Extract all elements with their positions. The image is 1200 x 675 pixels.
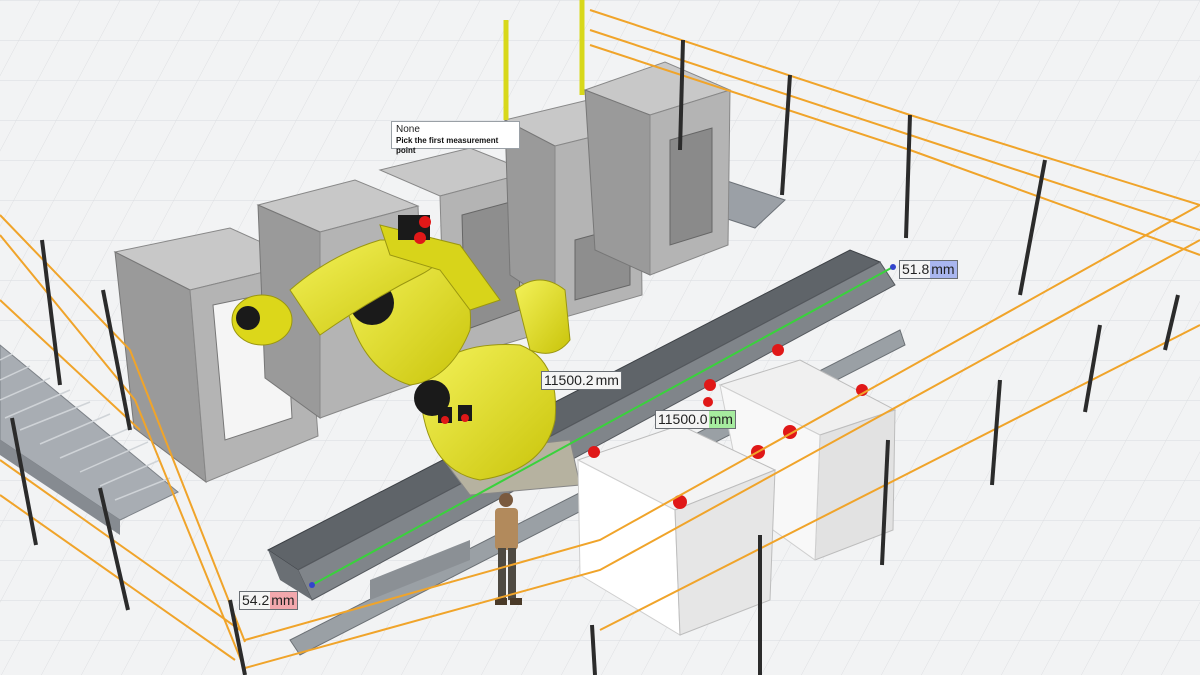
machine-cabinet-5[interactable] [583,61,732,276]
dimension-value: 51.8 [900,261,931,278]
dimension-unit: mm [270,592,297,609]
dimension-unit: mm [708,411,735,428]
dimension-label-measured-distance[interactable]: 11500.0 mm [655,410,736,429]
dimension-unit: mm [930,261,957,278]
tooltip-title: None [396,124,420,135]
dimension-value: 54.2 [240,592,271,609]
dimension-label-start-offset[interactable]: 54.2 mm [239,591,298,610]
tooltip-instruction: Pick the first measurement point [396,136,499,155]
3d-viewport[interactable]: None Pick the first measurement point 54… [0,0,1200,675]
dimension-label-rail-length[interactable]: 11500.2 mm [541,371,622,390]
dimension-value: 11500.0 [656,411,709,428]
dimension-label-end-offset[interactable]: 51.8 mm [899,260,958,279]
dimension-unit: mm [594,372,621,389]
measurement-tooltip: None Pick the first measurement point [391,121,520,155]
dimension-value: 11500.2 [542,372,595,389]
factory-cell-scene[interactable] [0,0,1200,675]
